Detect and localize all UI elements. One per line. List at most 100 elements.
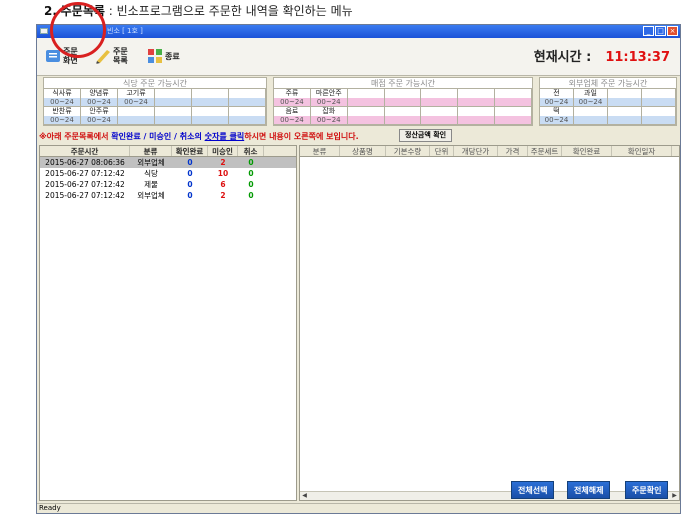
category-name: 전 bbox=[540, 89, 574, 98]
table-row[interactable]: 2015-06-27 07:12:42 외부업체 0 2 0 bbox=[40, 190, 296, 201]
scroll-left-icon[interactable]: ◀ bbox=[300, 492, 309, 500]
scroll-right-icon[interactable]: ▶ bbox=[670, 492, 679, 500]
maximize-icon[interactable]: □ bbox=[655, 26, 666, 36]
order-list-button[interactable]: 주문 목록 bbox=[95, 44, 128, 68]
store-order-hours: 매점 주문 가능시간 주류 마른안주 00~24 00~24 음료 잡화 00~24 00~24 bbox=[273, 77, 533, 126]
cancelled-count[interactable]: 0 bbox=[238, 179, 264, 190]
order-time: 2015-06-27 07:12:42 bbox=[45, 169, 125, 178]
cancelled-count[interactable]: 0 bbox=[238, 157, 264, 168]
detail-column-header[interactable]: 단위 bbox=[430, 146, 454, 156]
category-name: 과일 bbox=[574, 89, 608, 98]
unapproved-count[interactable]: 2 bbox=[208, 190, 238, 201]
order-hours bbox=[495, 98, 532, 107]
unapproved-count[interactable]: 6 bbox=[208, 179, 238, 190]
horizontal-scrollbar[interactable]: ◀ ▶ bbox=[300, 491, 679, 500]
cancelled-count[interactable]: 0 bbox=[238, 190, 264, 201]
select-all-button[interactable]: 전체선택 bbox=[511, 481, 555, 499]
order-hours-group-title: 식당 주문 가능시간 bbox=[44, 78, 266, 89]
category-name: 잡화 bbox=[311, 107, 348, 116]
minimize-icon[interactable]: _ bbox=[643, 26, 654, 36]
order-category: 외부업체 bbox=[137, 191, 165, 200]
category-name bbox=[385, 89, 422, 98]
order-hours bbox=[155, 116, 192, 125]
order-hours bbox=[118, 116, 155, 125]
order-category: 외부업체 bbox=[137, 158, 165, 167]
category-name bbox=[155, 89, 192, 98]
category-name: 고기류 bbox=[118, 89, 155, 98]
unapproved-count[interactable]: 10 bbox=[208, 168, 238, 179]
order-hours: 00~24 bbox=[44, 98, 81, 107]
deselect-all-button[interactable]: 전체해제 bbox=[567, 481, 611, 499]
order-detail-header: 분류 상품명 기본수량 단위 개당단가 가격 주문세트 확인완료 확인일자 bbox=[300, 146, 679, 157]
detail-column-header[interactable]: 주문세트 bbox=[528, 146, 562, 156]
detail-column-header[interactable]: 분류 bbox=[300, 146, 340, 156]
title-bar: 빈소 [ 1호 ] _ □ × bbox=[37, 25, 680, 38]
detail-column-header[interactable]: 기본수량 bbox=[386, 146, 430, 156]
category-name bbox=[574, 107, 608, 116]
category-name bbox=[495, 107, 532, 116]
order-hours: 00~24 bbox=[44, 116, 81, 125]
category-name bbox=[608, 89, 642, 98]
order-hours bbox=[608, 116, 642, 125]
cancelled-count[interactable]: 0 bbox=[238, 168, 264, 179]
order-hours bbox=[347, 116, 385, 125]
table-row[interactable]: 2015-06-27 08:06:36 외부업체 0 2 0 bbox=[40, 157, 296, 168]
notice-click-hint: 숫자를 클릭 bbox=[204, 132, 245, 141]
table-row[interactable]: 2015-06-27 07:12:42 식당 0 10 0 bbox=[40, 168, 296, 179]
category-name bbox=[192, 89, 229, 98]
settlement-check-button[interactable]: 정산금액 확인 bbox=[399, 129, 453, 142]
col-category[interactable]: 분류 bbox=[130, 146, 172, 156]
caption-sep: : bbox=[104, 4, 117, 18]
notice-status-terms: 확인완료 / 미승인 / 취소의 bbox=[111, 132, 205, 141]
order-hours bbox=[421, 116, 459, 125]
close-icon[interactable]: × bbox=[667, 26, 678, 36]
order-list-label: 주문 목록 bbox=[113, 47, 128, 65]
order-detail-table: 분류 상품명 기본수량 단위 개당단가 가격 주문세트 확인완료 확인일자 ◀ ▶ bbox=[299, 145, 680, 501]
category-name bbox=[229, 107, 266, 116]
order-hours: 00~24 bbox=[81, 116, 118, 125]
table-row[interactable]: 2015-06-27 07:12:42 제물 0 6 0 bbox=[40, 179, 296, 190]
detail-column-header[interactable]: 상품명 bbox=[340, 146, 386, 156]
notice-prefix: ※아래 주문목록에서 bbox=[39, 132, 112, 141]
order-hours-group-title: 외부업체 주문 가능시간 bbox=[540, 78, 676, 89]
category-name: 반찬류 bbox=[44, 107, 81, 116]
unapproved-count[interactable]: 2 bbox=[208, 157, 238, 168]
order-hours: 00~24 bbox=[574, 98, 608, 107]
confirm-order-button[interactable]: 주문확인 bbox=[625, 481, 669, 499]
category-name: 식사류 bbox=[44, 89, 81, 98]
col-order-time[interactable]: 주문시간 bbox=[40, 146, 130, 156]
category-name bbox=[608, 107, 642, 116]
order-hours bbox=[384, 116, 422, 125]
detail-column-header[interactable]: 확인완료 bbox=[562, 146, 612, 156]
exit-icon bbox=[148, 49, 162, 63]
category-name bbox=[192, 107, 229, 116]
col-unapproved[interactable]: 미승인 bbox=[208, 146, 238, 156]
confirmed-count[interactable]: 0 bbox=[172, 190, 208, 201]
order-hours: 00~24 bbox=[274, 116, 311, 125]
detail-column-header[interactable]: 가격 bbox=[498, 146, 528, 156]
col-cancelled[interactable]: 취소 bbox=[238, 146, 264, 156]
category-name bbox=[458, 107, 496, 116]
order-hours bbox=[229, 116, 266, 125]
detail-column-header[interactable]: 확인일자 bbox=[612, 146, 672, 156]
confirmed-count[interactable]: 0 bbox=[172, 168, 208, 179]
category-name bbox=[118, 107, 155, 116]
category-name bbox=[421, 107, 459, 116]
order-category: 식당 bbox=[144, 169, 158, 178]
app-icon bbox=[40, 28, 48, 34]
category-name: 마른안주 bbox=[311, 89, 348, 98]
detail-column-header[interactable]: 개당단가 bbox=[454, 146, 498, 156]
order-hours bbox=[608, 98, 642, 107]
order-hours bbox=[642, 98, 676, 107]
col-confirmed[interactable]: 확인완료 bbox=[172, 146, 208, 156]
category-name: 주류 bbox=[274, 89, 311, 98]
current-time-label: 현재시간 : bbox=[533, 50, 592, 65]
order-hours: 00~24 bbox=[118, 98, 155, 107]
category-name bbox=[495, 89, 532, 98]
exit-button[interactable]: 종료 bbox=[147, 44, 180, 68]
order-list-table: 주문시간 분류 확인완료 미승인 취소 2015-06-27 08:06:36 외… bbox=[39, 145, 297, 501]
highlight-circle bbox=[50, 2, 106, 58]
order-hours bbox=[642, 116, 676, 125]
confirmed-count[interactable]: 0 bbox=[172, 179, 208, 190]
confirmed-count[interactable]: 0 bbox=[172, 157, 208, 168]
